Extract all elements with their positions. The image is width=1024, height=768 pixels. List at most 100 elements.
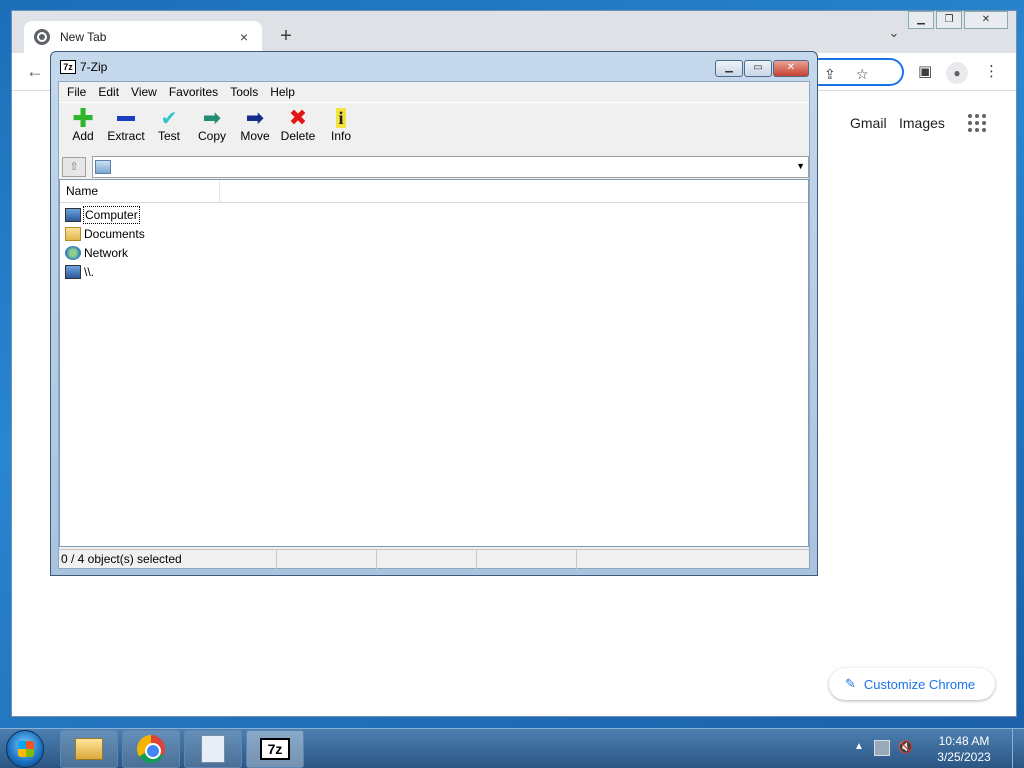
status-cell-modified xyxy=(477,549,577,569)
taskbar-notepad[interactable] xyxy=(184,730,242,768)
chrome-menu-icon[interactable]: ⋮ xyxy=(984,62,999,80)
taskbar-7zip[interactable]: 7z xyxy=(246,730,304,768)
menu-view[interactable]: View xyxy=(125,85,163,99)
info-button[interactable]: i Info xyxy=(321,103,361,152)
bookmark-star-icon[interactable]: ☆ xyxy=(856,66,869,83)
test-button[interactable]: ✔ Test xyxy=(149,103,189,152)
copy-label: Copy xyxy=(197,129,226,143)
move-label: Move xyxy=(240,129,270,143)
images-link[interactable]: Images xyxy=(899,115,945,131)
info-label: Info xyxy=(330,129,351,143)
up-folder-button[interactable]: ⇧ xyxy=(62,156,86,177)
taskbar-chrome[interactable] xyxy=(122,730,180,768)
list-item[interactable]: \\. xyxy=(60,262,808,281)
7zip-window: 7z 7-Zip ▁ ▭ ✕ File Edit View Favorites … xyxy=(50,51,818,576)
status-bar: 0 / 4 object(s) selected xyxy=(59,549,809,569)
taskbar: 7z ▲ 🔇 10:48 AM 3/25/2023 xyxy=(0,728,1024,768)
status-cell-size xyxy=(277,549,377,569)
7zip-window-controls: ▁ ▭ ✕ xyxy=(715,60,809,77)
menu-file[interactable]: File xyxy=(61,85,92,99)
extract-icon xyxy=(114,108,138,128)
add-icon: ✚ xyxy=(72,103,94,133)
7zip-client-area: File Edit View Favorites Tools Help ✚ Ad… xyxy=(58,81,810,569)
show-hidden-icons-icon[interactable]: ▲ xyxy=(854,741,864,752)
7zip-titlebar[interactable]: 7z 7-Zip ▁ ▭ ✕ xyxy=(51,52,817,82)
chrome-window-controls: ▁ ❐ ✕ xyxy=(908,11,1008,29)
7zip-logo-icon: 7z xyxy=(60,60,76,74)
menu-help[interactable]: Help xyxy=(264,85,301,99)
google-apps-icon[interactable] xyxy=(968,114,986,132)
menu-tools[interactable]: Tools xyxy=(224,85,264,99)
move-button[interactable]: ➡ Move xyxy=(235,103,275,152)
add-label: Add xyxy=(72,129,94,143)
profile-avatar-icon[interactable]: ● xyxy=(946,62,968,84)
menu-edit[interactable]: Edit xyxy=(92,85,125,99)
show-desktop-button[interactable] xyxy=(1012,729,1024,768)
list-item-label: Network xyxy=(84,245,129,260)
clock[interactable]: 10:48 AM 3/25/2023 xyxy=(922,733,1006,765)
delete-button[interactable]: ✖ Delete xyxy=(278,103,318,152)
tab-title: New Tab xyxy=(60,30,107,44)
copy-button[interactable]: ➡ Copy xyxy=(192,103,232,152)
window-title: 7-Zip xyxy=(80,60,108,74)
new-tab-button[interactable]: + xyxy=(274,25,298,49)
computer-icon xyxy=(65,207,81,222)
pencil-icon: ✎ xyxy=(845,676,856,691)
side-panel-icon[interactable]: ▣ xyxy=(918,62,932,80)
column-header-name[interactable]: Name xyxy=(60,180,220,202)
tab-new-tab[interactable]: New Tab × xyxy=(24,21,262,53)
system-tray: ▲ 🔇 10:48 AM 3/25/2023 xyxy=(854,729,1024,768)
maximize-button[interactable]: ▭ xyxy=(744,60,772,77)
list-item[interactable]: Network xyxy=(60,243,808,262)
file-list: Name Computer Documents Network \\. xyxy=(59,179,809,547)
info-icon: i xyxy=(336,108,346,128)
delete-icon: ✖ xyxy=(288,105,308,130)
path-combobox[interactable]: ▼ xyxy=(92,155,809,178)
copy-icon: ➡ xyxy=(202,105,222,130)
volume-muted-icon[interactable]: 🔇 xyxy=(898,740,913,754)
toolbar: ✚ Add Extract ✔ Test ➡ Copy ➡ Move ✖ Del… xyxy=(59,102,809,152)
menu-bar: File Edit View Favorites Tools Help xyxy=(59,82,809,102)
tab-search-icon[interactable]: ⌄ xyxy=(884,25,904,45)
chrome-icon xyxy=(137,735,165,763)
address-bar: ⇧ ▼ xyxy=(59,154,809,179)
maximize-button[interactable]: ❐ xyxy=(936,11,962,29)
delete-label: Delete xyxy=(280,129,316,143)
start-button[interactable] xyxy=(6,730,44,768)
share-icon[interactable]: ⇪ xyxy=(824,66,836,83)
network-icon[interactable] xyxy=(874,740,890,756)
clock-date: 3/25/2023 xyxy=(937,750,991,764)
7zip-icon: 7z xyxy=(260,738,290,760)
close-button[interactable]: ✕ xyxy=(773,60,809,77)
notepad-icon xyxy=(201,735,225,763)
dropdown-arrow-icon[interactable]: ▼ xyxy=(796,161,805,171)
test-icon: ✔ xyxy=(160,107,178,130)
minimize-button[interactable]: ▁ xyxy=(908,11,934,29)
computer-folder-icon xyxy=(95,159,111,174)
list-item-label: Computer xyxy=(83,205,140,224)
list-item[interactable]: Documents xyxy=(60,224,808,243)
status-text: 0 / 4 object(s) selected xyxy=(59,549,277,569)
tab-close-icon[interactable]: × xyxy=(236,29,252,45)
close-button[interactable]: ✕ xyxy=(964,11,1008,29)
extract-button[interactable]: Extract xyxy=(106,103,146,152)
move-icon: ➡ xyxy=(245,105,265,130)
taskbar-explorer[interactable] xyxy=(60,730,118,768)
list-item[interactable]: Computer xyxy=(60,205,808,224)
minimize-button[interactable]: ▁ xyxy=(715,60,743,77)
extract-label: Extract xyxy=(107,129,145,143)
gmail-link[interactable]: Gmail xyxy=(850,115,887,131)
clock-time: 10:48 AM xyxy=(938,734,990,748)
customize-chrome-button[interactable]: ✎ Customize Chrome xyxy=(829,668,995,700)
add-button[interactable]: ✚ Add xyxy=(63,103,103,152)
computer-icon xyxy=(65,264,81,279)
test-label: Test xyxy=(157,129,180,143)
folder-icon xyxy=(65,226,81,241)
list-item-label: \\. xyxy=(84,264,95,279)
back-arrow-icon[interactable]: ← xyxy=(26,61,44,82)
list-item-label: Documents xyxy=(84,226,145,241)
chrome-favicon-icon xyxy=(34,29,50,45)
list-header: Name xyxy=(60,180,808,203)
folder-icon xyxy=(75,738,103,760)
menu-favorites[interactable]: Favorites xyxy=(163,85,224,99)
